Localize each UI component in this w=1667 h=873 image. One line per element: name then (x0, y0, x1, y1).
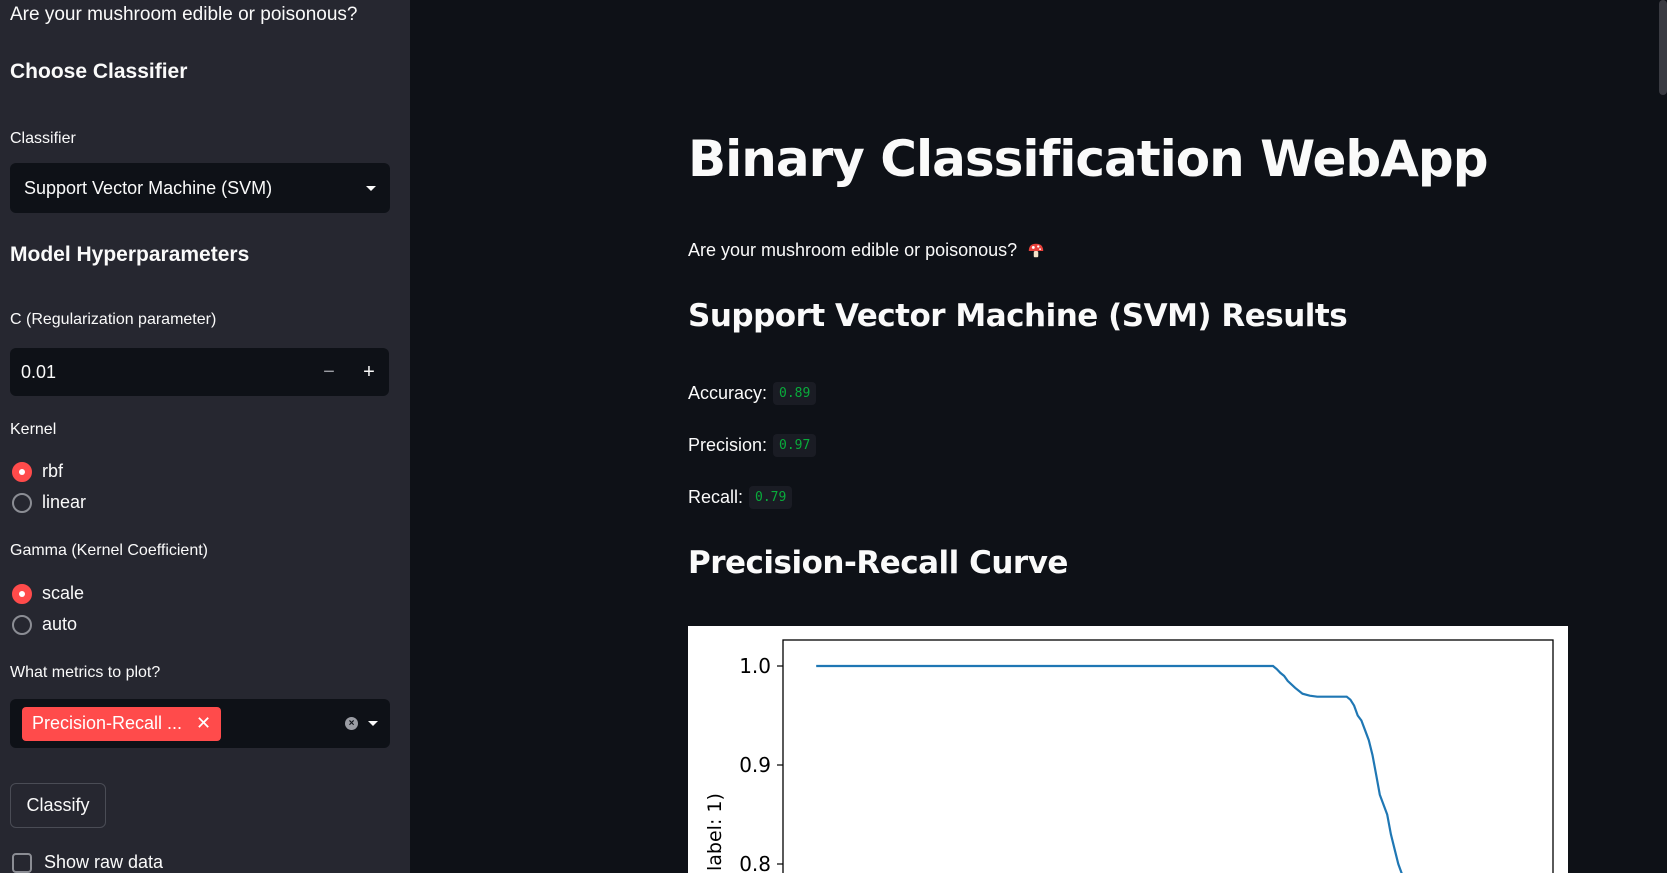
metric-tag-label: Precision-Recall ... (32, 713, 183, 733)
precision-label: Precision: (688, 435, 768, 455)
y-axis-label: label: 1) (704, 793, 726, 871)
radio-unchecked-icon[interactable] (12, 492, 32, 513)
radio-checked-icon[interactable] (12, 461, 32, 482)
gamma-option-label: scale (42, 583, 85, 603)
sidebar: Are your mushroom edible or poisonous? C… (0, 0, 410, 873)
classifier-select[interactable]: Support Vector Machine (SVM) (10, 163, 390, 213)
clear-all-icon[interactable]: × (345, 717, 358, 730)
recall-value: 0.79 (749, 486, 793, 509)
gamma-label: Gamma (Kernel Coefficient) (10, 542, 208, 559)
gamma-radio-auto[interactable]: auto (12, 614, 77, 635)
kernel-label: Kernel (10, 421, 57, 438)
radio-unchecked-icon[interactable] (12, 614, 32, 635)
close-icon[interactable]: ✕ (196, 713, 211, 734)
subtitle-text: Are your mushroom edible or poisonous? (688, 240, 1018, 260)
model-hyperparameters-heading: Model Hyperparameters (10, 243, 250, 266)
precision-value: 0.97 (773, 434, 817, 457)
y-tick-label: 0.8 (739, 852, 771, 873)
chevron-down-icon (366, 185, 376, 191)
metrics-label: What metrics to plot? (10, 664, 161, 681)
metric-tag[interactable]: Precision-Recall ... ✕ (22, 706, 222, 741)
show-raw-data-checkbox[interactable]: Show raw data (12, 852, 163, 873)
classifier-select-value: Support Vector Machine (SVM) (24, 177, 273, 198)
c-param-value[interactable]: 0.01 (10, 362, 309, 383)
kernel-radio-linear[interactable]: linear (12, 492, 86, 513)
kernel-option-label: linear (42, 492, 87, 512)
y-tick-label: 0.9 (739, 753, 771, 777)
accuracy-label: Accuracy: (688, 383, 768, 403)
curve-heading: Precision-Recall Curve (688, 545, 1068, 581)
c-param-label: C (Regularization parameter) (10, 311, 217, 328)
page-scrollbar[interactable] (1659, 0, 1667, 95)
mushroom-icon (1028, 243, 1044, 257)
metrics-multiselect[interactable]: Precision-Recall ... ✕ × (10, 699, 390, 748)
sidebar-intro-text: Are your mushroom edible or poisonous? (10, 4, 358, 25)
precision-row: Precision: 0.97 (688, 434, 817, 457)
show-raw-data-label: Show raw data (44, 852, 164, 872)
accuracy-row: Accuracy: 0.89 (688, 382, 817, 405)
checkbox-unchecked-icon[interactable] (12, 852, 32, 873)
classify-button[interactable]: Classify (10, 783, 106, 828)
radio-checked-icon[interactable] (12, 583, 32, 604)
chevron-down-icon[interactable] (368, 721, 378, 726)
kernel-option-label: rbf (42, 461, 64, 481)
precision-recall-chart: 1.0 0.9 0.8 label: 1) (688, 626, 1568, 873)
plot-frame (782, 639, 1554, 873)
recall-label: Recall: (688, 487, 744, 507)
recall-row: Recall: 0.79 (688, 486, 793, 509)
choose-classifier-heading: Choose Classifier (10, 60, 188, 83)
decrement-button[interactable]: − (309, 348, 349, 396)
results-heading: Support Vector Machine (SVM) Results (688, 298, 1348, 334)
precision-recall-line (816, 664, 1403, 873)
gamma-option-label: auto (42, 614, 78, 634)
page-subtitle: Are your mushroom edible or poisonous? (688, 240, 1045, 261)
chart-svg: 1.0 0.9 0.8 label: 1) (704, 639, 1554, 873)
gamma-radio-scale[interactable]: scale (12, 583, 84, 604)
page-title: Binary Classification WebApp (688, 130, 1488, 188)
kernel-radio-rbf[interactable]: rbf (12, 461, 63, 482)
c-param-input[interactable]: 0.01 − + (10, 348, 389, 396)
accuracy-value: 0.89 (773, 382, 817, 405)
increment-button[interactable]: + (349, 348, 389, 396)
y-tick-label: 1.0 (739, 654, 771, 678)
classifier-label: Classifier (10, 130, 76, 147)
